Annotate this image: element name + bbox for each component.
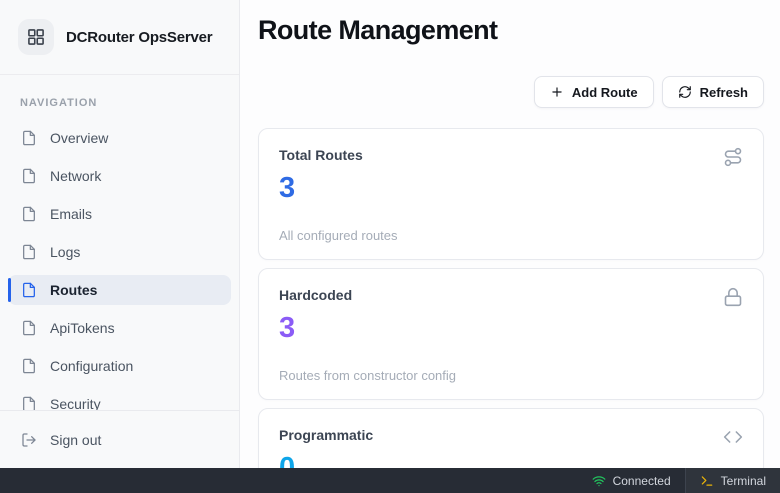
file-icon [21,282,37,298]
sidebar-item-label: Emails [50,206,92,222]
connection-status-label: Connected [613,474,671,488]
stat-cards: Total Routes 3 All configured routes Har… [258,128,764,468]
terminal-icon [700,474,714,488]
sidebar-item-emails[interactable]: Emails [8,199,231,229]
card-hardcoded: Hardcoded 3 Routes from constructor conf… [258,268,764,400]
wifi-icon [592,474,606,488]
active-indicator-bar [8,278,11,302]
sidebar-item-security[interactable]: Security [8,389,231,410]
terminal-button[interactable]: Terminal [686,468,780,493]
card-value: 3 [279,173,743,205]
grid-icon [26,27,46,47]
plus-icon [550,85,564,99]
connection-status: Connected [578,468,685,493]
page-title: Route Management [258,14,764,46]
code-icon [723,427,743,447]
file-icon [21,130,37,146]
terminal-label: Terminal [721,474,766,488]
refresh-label: Refresh [700,85,748,100]
route-icon [723,147,743,167]
file-icon [21,206,37,222]
sidebar-item-label: Configuration [50,358,133,374]
sidebar-item-logs[interactable]: Logs [8,237,231,267]
card-programmatic: Programmatic 0 [258,408,764,468]
app-title: DCRouter OpsServer [66,29,212,46]
app-body: DCRouter OpsServer NAVIGATION Overview N… [0,0,780,468]
log-out-icon [21,432,37,448]
sidebar-item-overview[interactable]: Overview [8,123,231,153]
sidebar: DCRouter OpsServer NAVIGATION Overview N… [0,0,240,468]
add-route-label: Add Route [572,85,638,100]
card-value: 0 [279,453,743,468]
sidebar-item-label: Network [50,168,101,184]
card-title: Total Routes [279,147,363,163]
sidebar-item-network[interactable]: Network [8,161,231,191]
file-icon [21,358,37,374]
sidebar-item-label: Logs [50,244,80,260]
file-icon [21,320,37,336]
toolbar: Add Route Refresh [258,76,764,108]
sidebar-item-routes[interactable]: Routes [8,275,231,305]
add-route-button[interactable]: Add Route [534,76,654,108]
app-logo [18,19,54,55]
sidebar-item-label: Overview [50,130,108,146]
app-window: DCRouter OpsServer NAVIGATION Overview N… [0,0,780,493]
sign-out-button[interactable]: Sign out [8,425,231,455]
sidebar-item-label: ApiTokens [50,320,115,336]
status-bar: Connected Terminal [0,468,780,493]
sidebar-nav: NAVIGATION Overview Network Emails Logs [0,75,239,410]
file-icon [21,168,37,184]
card-title: Programmatic [279,427,373,443]
file-icon [21,244,37,260]
card-description: All configured routes [279,228,743,243]
nav-section-label: NAVIGATION [20,97,239,109]
card-title: Hardcoded [279,287,352,303]
sign-out-label: Sign out [50,432,101,448]
refresh-button[interactable]: Refresh [662,76,764,108]
card-value: 3 [279,313,743,345]
sidebar-item-label: Routes [50,282,97,298]
file-icon [21,396,37,410]
sidebar-header: DCRouter OpsServer [0,0,239,75]
card-total-routes: Total Routes 3 All configured routes [258,128,764,260]
main-content: Route Management Add Route Refresh Total… [240,0,780,468]
sidebar-item-label: Security [50,396,101,410]
refresh-icon [678,85,692,99]
sidebar-footer: Sign out [0,410,239,468]
lock-icon [723,287,743,307]
sidebar-item-apitokens[interactable]: ApiTokens [8,313,231,343]
sidebar-item-configuration[interactable]: Configuration [8,351,231,381]
card-description: Routes from constructor config [279,368,743,383]
